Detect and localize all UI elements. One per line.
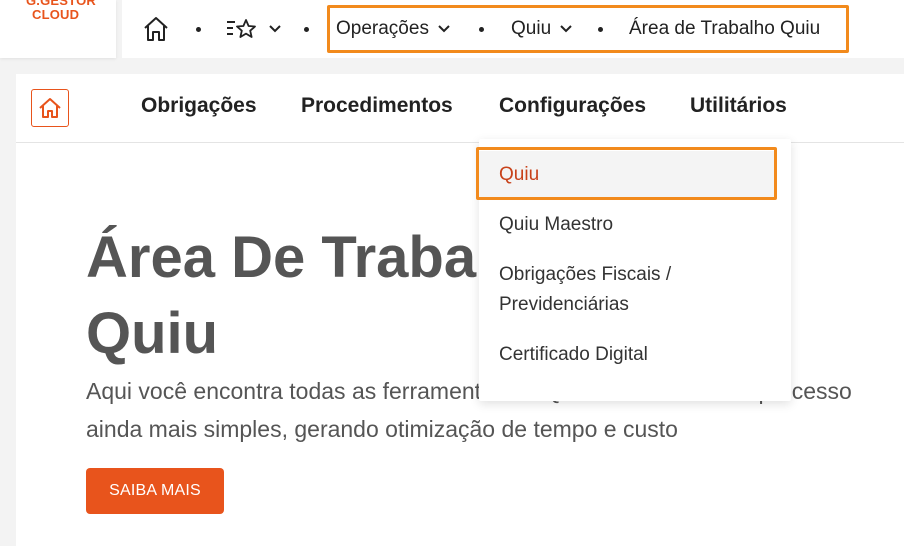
saiba-mais-button[interactable]: SAIBA MAIS bbox=[86, 468, 224, 514]
nav-utilitarios[interactable]: Utilitários bbox=[690, 94, 787, 118]
nav-obrigacoes[interactable]: Obrigações bbox=[141, 94, 257, 118]
logo[interactable]: G.GESTOR CLOUD bbox=[0, 0, 116, 58]
main-nav: Obrigações Procedimentos Configurações U… bbox=[16, 74, 904, 143]
star-list-icon bbox=[227, 19, 256, 38]
breadcrumb-separator bbox=[196, 27, 201, 32]
home-icon bbox=[144, 17, 168, 41]
logo-text: G.GESTOR CLOUD bbox=[26, 0, 106, 22]
logo-line-2: CLOUD bbox=[32, 7, 80, 22]
nav-procedimentos[interactable]: Procedimentos bbox=[301, 94, 453, 118]
breadcrumb-separator bbox=[304, 27, 309, 32]
menu-item-quiu-maestro[interactable]: Quiu Maestro bbox=[499, 210, 779, 240]
breadcrumb-highlight-box bbox=[327, 5, 849, 53]
chevron-down-icon bbox=[269, 25, 281, 33]
menu-item-certificado-digital[interactable]: Certificado Digital bbox=[499, 340, 779, 370]
home-icon bbox=[39, 98, 61, 118]
home-button[interactable] bbox=[142, 0, 170, 58]
menu-item-highlight-box bbox=[476, 147, 777, 200]
favorites-button[interactable] bbox=[226, 0, 282, 58]
nav-home-button[interactable] bbox=[31, 89, 69, 127]
menu-item-obrigacoes-fiscais[interactable]: Obrigações Fiscais / Previdenciárias bbox=[499, 260, 779, 320]
nav-configuracoes[interactable]: Configurações bbox=[499, 94, 646, 118]
